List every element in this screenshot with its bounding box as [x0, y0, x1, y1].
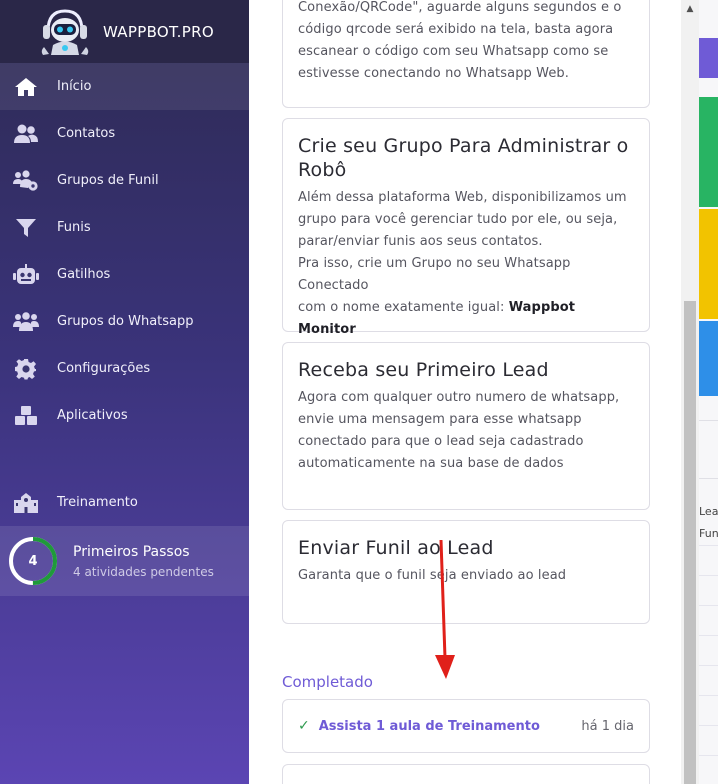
card-title-line: Crie seu Grupo Para Administrar o: [298, 135, 629, 157]
brand-header[interactable]: WAPPBOT.PRO: [0, 0, 249, 63]
sidebar-item-label: Configurações: [57, 361, 151, 376]
sidebar-item-label: Contatos: [57, 126, 116, 141]
scrollbar[interactable]: ▲: [681, 0, 699, 784]
bg-text-lead: Lea: [699, 505, 718, 518]
sidebar-item-label: Gatilhos: [57, 267, 111, 282]
steps-title: Primeiros Passos: [73, 543, 190, 560]
card-body-line: conectado para que o lead seja cadastrad…: [298, 434, 584, 449]
bg-blue-block: [699, 321, 718, 396]
background-page: Lea Fun: [699, 0, 718, 784]
brand-title: WAPPBOT.PRO: [103, 22, 214, 41]
gear-icon: [12, 357, 40, 381]
card-body-line: Pra isso, crie um Grupo no seu Whatsapp …: [298, 256, 571, 293]
card-body-line: escanear o código com seu Whatsapp como …: [298, 44, 609, 59]
sidebar-nav: Início Contatos Grupos de Funil Funis Ga…: [0, 63, 249, 526]
card-body-line: código qrcode será exibido na tela, bast…: [298, 22, 614, 37]
school-icon: [12, 491, 40, 515]
scroll-up-arrow-icon[interactable]: ▲: [681, 0, 699, 18]
card-body-line: automaticamente na sua base de dados: [298, 456, 564, 471]
bg-divider: [699, 478, 718, 479]
card-body-line: Agora com qualquer outro numero de whats…: [298, 390, 620, 405]
card-body-line: envie uma mensagem para esse whatsapp: [298, 412, 582, 427]
card-body-line: Além dessa plataforma Web, disponibiliza…: [298, 190, 627, 205]
card-body-line: Conexão/QRCode", aguarde alguns segundos…: [298, 0, 622, 15]
bg-green-block: [699, 97, 718, 207]
sidebar-item-label: Grupos do Whatsapp: [57, 314, 194, 329]
robot-logo-icon: [33, 4, 97, 60]
progress-ring: 4: [8, 536, 58, 586]
bg-purple-block: [699, 38, 718, 78]
bg-divider: [699, 420, 718, 421]
completed-item[interactable]: [282, 764, 650, 784]
nav-spacer: [0, 439, 249, 479]
bg-text-funil: Fun: [699, 527, 718, 540]
scrollbar-thumb[interactable]: [684, 301, 696, 784]
card-title: Receba seu Primeiro Lead: [298, 359, 549, 381]
bg-grid: [699, 545, 718, 784]
card-body-line: parar/enviar funis aos seus contatos.: [298, 234, 543, 249]
users-group-icon: [12, 310, 40, 334]
step-card-create-group: Crie seu Grupo Para Administrar o Robô A…: [282, 118, 650, 337]
completed-item-time: há 1 dia: [581, 718, 634, 734]
sidebar-item-label: Treinamento: [57, 495, 138, 510]
card-title-line: Robô: [298, 159, 347, 181]
sidebar: WAPPBOT.PRO Início Contatos Grupos de Fu…: [0, 0, 249, 784]
sidebar-item-aplicativos[interactable]: Aplicativos: [0, 392, 249, 439]
card-title: Enviar Funil ao Lead: [298, 537, 494, 559]
sidebar-item-funis[interactable]: Funis: [0, 204, 249, 251]
card-body-line: grupo para você gerenciar tudo por ele, …: [298, 212, 618, 227]
main-panel: Conexão/QRCode", aguarde alguns segundos…: [249, 0, 681, 784]
completed-section-title: Completado: [282, 673, 373, 691]
sidebar-item-label: Grupos de Funil: [57, 173, 159, 188]
step-card-first-lead: Receba seu Primeiro Lead Agora com qualq…: [282, 342, 650, 510]
card-body-line: estivesse conectando no Whatsapp Web.: [298, 66, 570, 81]
pending-count: 4: [28, 553, 38, 569]
filter-icon: [12, 216, 40, 240]
card-body: Garanta que o funil seja enviado ao lead: [298, 568, 567, 583]
cubes-icon: [12, 404, 40, 428]
steps-subtitle: 4 atividades pendentes: [73, 564, 214, 579]
sidebar-item-inicio[interactable]: Início: [0, 63, 249, 110]
users-icon: [12, 122, 40, 146]
home-icon: [12, 75, 40, 99]
sidebar-item-label: Funis: [57, 220, 91, 235]
sidebar-item-grupos-do-whatsapp[interactable]: Grupos do Whatsapp: [0, 298, 249, 345]
card-title: Crie seu Grupo Para Administrar o Robô: [298, 134, 634, 182]
step-card-connect: Conexão/QRCode", aguarde alguns segundos…: [282, 0, 650, 108]
sidebar-item-configuracoes[interactable]: Configurações: [0, 345, 249, 392]
bg-yellow-block: [699, 209, 718, 319]
sidebar-item-label: Início: [57, 79, 92, 94]
users-gear-icon: [12, 169, 40, 193]
step-card-send-funnel: Enviar Funil ao Lead Garanta que o funil…: [282, 520, 650, 624]
completed-item-label[interactable]: Assista 1 aula de Treinamento: [319, 719, 582, 734]
card-body-line: com o nome exatamente igual:: [298, 300, 509, 315]
primeiros-passos-widget[interactable]: 4 Primeiros Passos 4 atividades pendente…: [0, 526, 249, 596]
sidebar-item-contatos[interactable]: Contatos: [0, 110, 249, 157]
check-icon: ✓: [298, 718, 310, 734]
sidebar-item-gatilhos[interactable]: Gatilhos: [0, 251, 249, 298]
sidebar-item-grupos-de-funil[interactable]: Grupos de Funil: [0, 157, 249, 204]
sidebar-item-treinamento[interactable]: Treinamento: [0, 479, 249, 526]
robot-icon: [12, 263, 40, 287]
completed-item[interactable]: ✓ Assista 1 aula de Treinamento há 1 dia: [282, 699, 650, 753]
sidebar-item-label: Aplicativos: [57, 408, 128, 423]
